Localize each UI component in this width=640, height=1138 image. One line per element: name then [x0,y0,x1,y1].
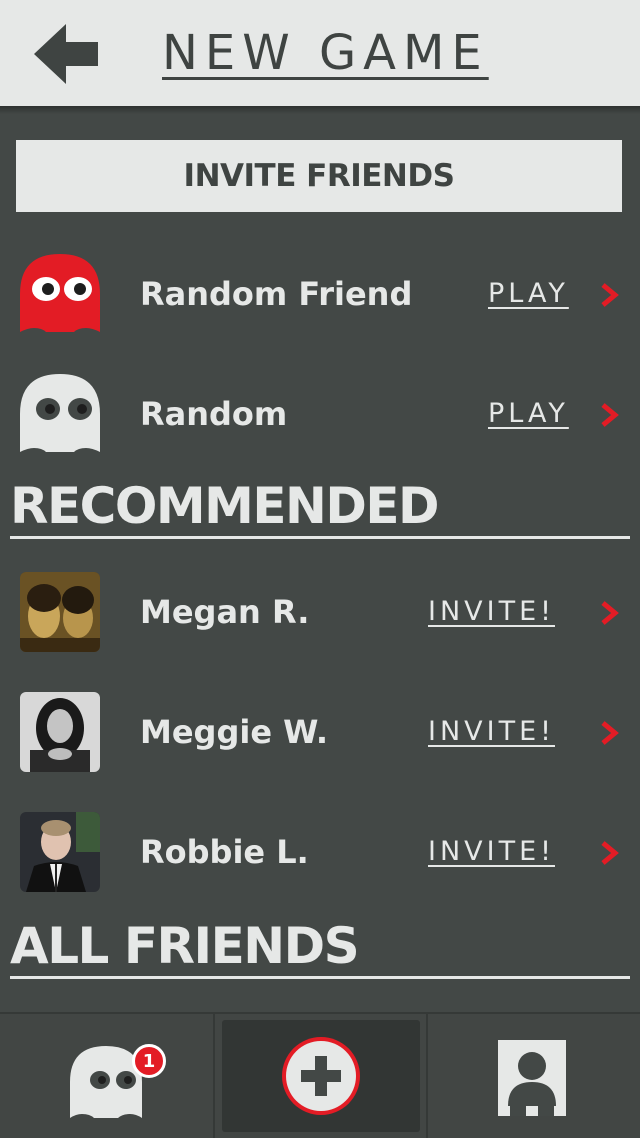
ghost-icon [70,1046,142,1118]
row-name: Random [140,395,288,433]
header-shadow [0,106,640,114]
profile-icon [498,1040,566,1116]
invite-link[interactable]: INVITE! [428,552,555,672]
invite-link[interactable]: INVITE! [428,672,555,792]
tab-new-game[interactable] [222,1020,420,1132]
random-friend-row[interactable]: Random Friend PLAY [0,234,640,354]
tab-divider [426,1014,428,1138]
row-name: Robbie L. [140,833,309,871]
chevron-right-icon [601,403,619,427]
section-title-all-friends: ALL FRIENDS [10,917,360,975]
section-title-recommended: RECOMMENDED [10,477,440,535]
red-ghost-icon [20,254,100,332]
invite-link[interactable]: INVITE! [428,792,555,912]
page-title: NEW GAME [162,25,489,81]
row-name: Random Friend [140,275,413,313]
chevron-right-icon [601,721,619,745]
notification-badge: 1 [132,1044,166,1078]
invite-friends-button[interactable]: INVITE FRIENDS [16,140,622,212]
section-divider [10,536,630,539]
row-name: Meggie W. [140,713,329,751]
tab-profile[interactable] [430,1020,632,1132]
avatar [20,812,100,892]
random-row[interactable]: Random PLAY [0,354,640,474]
play-link[interactable]: PLAY [488,234,569,354]
avatar [20,572,100,652]
chevron-right-icon [601,601,619,625]
friend-row[interactable]: Robbie L. INVITE! [0,792,640,912]
friend-row[interactable]: Megan R. INVITE! [0,552,640,672]
row-name: Megan R. [140,593,310,631]
chevron-right-icon [601,283,619,307]
back-button[interactable] [32,22,102,86]
white-ghost-icon [20,374,100,452]
arrow-left-icon [34,24,98,84]
chevron-right-icon [601,841,619,865]
header-bar: NEW GAME [0,0,640,106]
tab-games[interactable]: 1 [8,1020,208,1132]
friend-row[interactable]: Meggie W. INVITE! [0,672,640,792]
avatar [20,692,100,772]
tab-bar: 1 [0,1012,640,1138]
tab-divider [213,1014,215,1138]
section-divider [10,976,630,979]
play-link[interactable]: PLAY [488,354,569,474]
plus-circle-icon [282,1037,360,1115]
